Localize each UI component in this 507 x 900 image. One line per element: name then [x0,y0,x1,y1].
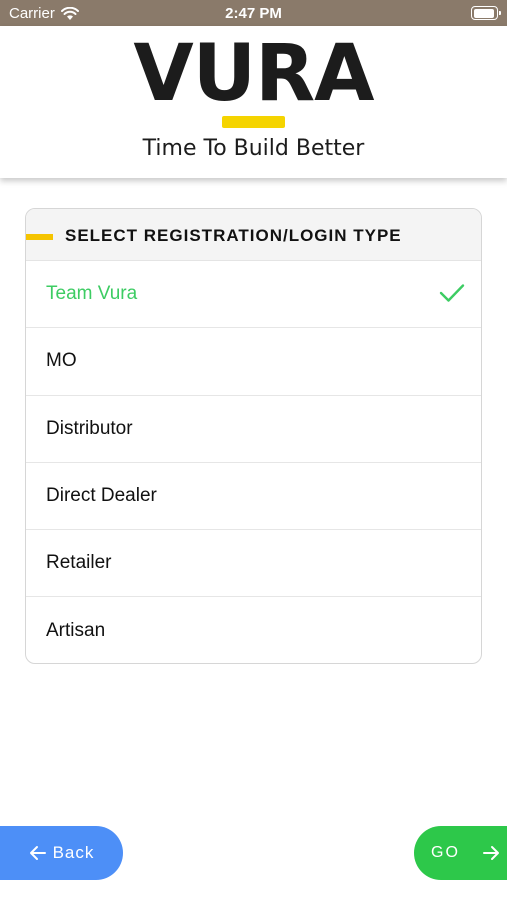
brand-header: VURA Time To Build Better [0,26,507,178]
arrow-right-icon [482,846,499,860]
login-type-card: SELECT REGISTRATION/LOGIN TYPE Team Vura… [25,208,482,664]
option-team-vura[interactable]: Team Vura [26,261,481,329]
option-label: Direct Dealer [46,485,157,507]
card-header: SELECT REGISTRATION/LOGIN TYPE [26,209,481,261]
tagline: Time To Build Better [142,136,365,161]
logo: VURA [133,29,374,119]
option-artisan[interactable]: Artisan [26,597,481,663]
battery-icon [471,6,501,20]
go-label: GO [431,844,460,861]
card-title: SELECT REGISTRATION/LOGIN TYPE [65,226,402,245]
card-accent-bar [26,234,53,240]
back-button[interactable]: Back [0,826,123,880]
option-distributor[interactable]: Distributor [26,396,481,463]
option-label: Retailer [46,552,112,574]
go-button[interactable]: GO [414,826,507,880]
option-label: MO [46,350,77,372]
back-label: Back [52,843,95,862]
logo-accent-bar [222,116,285,128]
option-label: Distributor [46,417,133,439]
status-bar: Carrier 2:47 PM [0,0,507,26]
checkmark-icon [439,284,465,302]
status-time: 2:47 PM [225,5,282,22]
option-retailer[interactable]: Retailer [26,530,481,598]
option-mo[interactable]: MO [26,328,481,396]
option-label: Team Vura [46,283,138,305]
option-direct-dealer[interactable]: Direct Dealer [26,463,481,531]
option-label: Artisan [46,620,106,642]
arrow-left-icon [29,846,46,860]
